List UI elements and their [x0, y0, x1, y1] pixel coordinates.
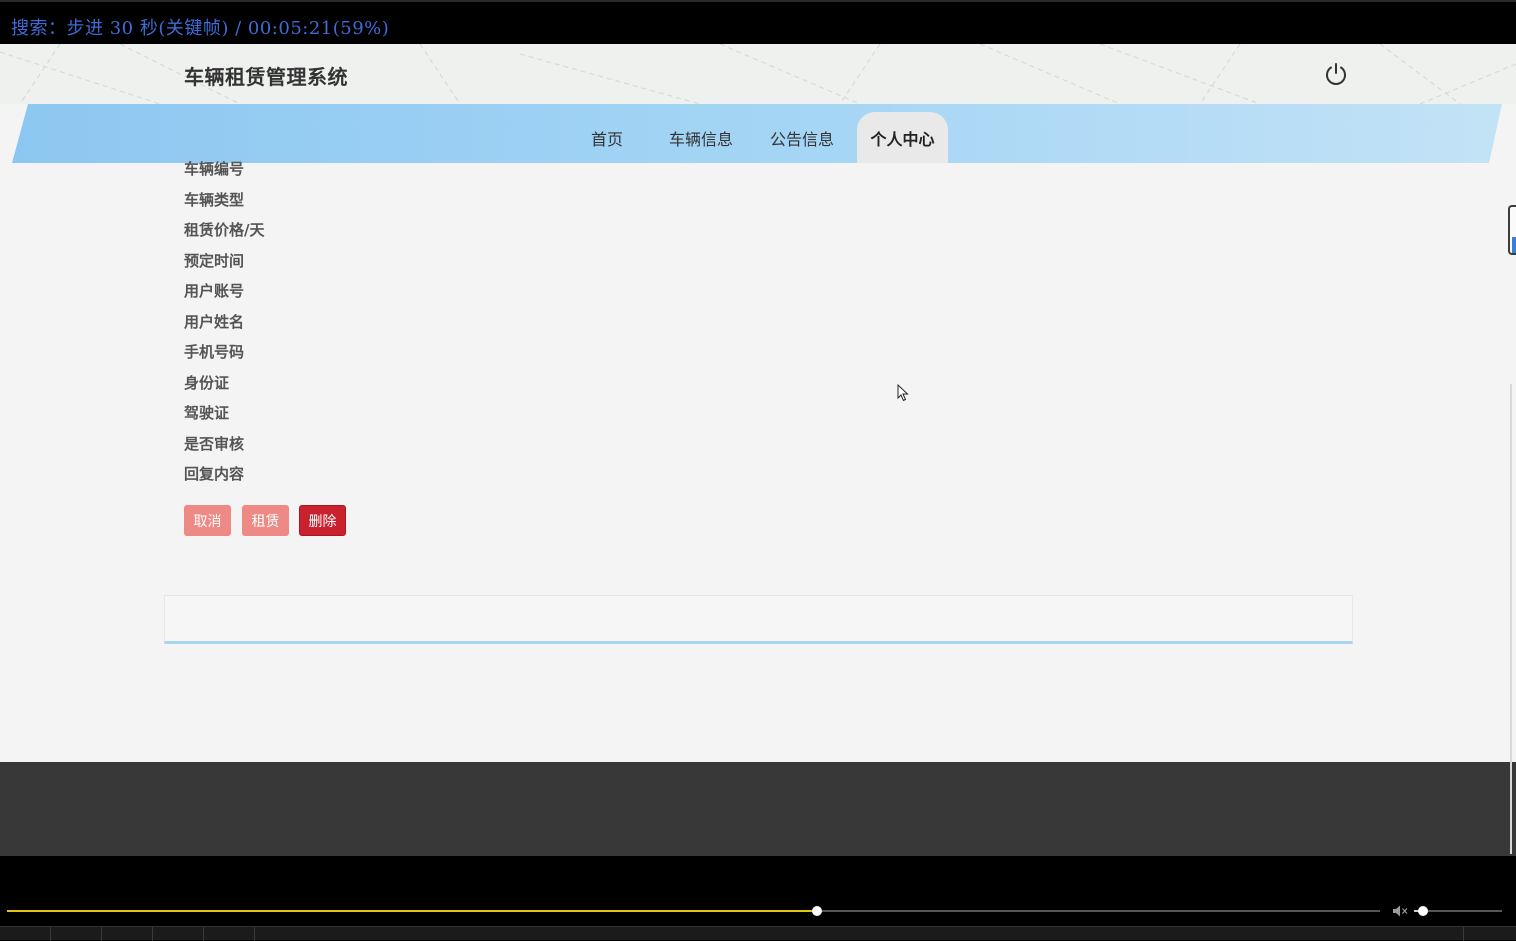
site-title: 车辆租赁管理系统 [184, 65, 348, 89]
volume-icon[interactable] [1392, 904, 1408, 918]
main-nav: 首页 车辆信息 公告信息 个人中心 [0, 104, 1516, 163]
label-phone-number: 手机号码 [184, 343, 245, 361]
nav-item-profile[interactable]: 个人中心 [857, 112, 948, 163]
seek-handle[interactable] [812, 906, 823, 916]
player-osd-bar: 搜索：步进 30 秒(关键帧) / 00:05:21(59%) [0, 0, 1516, 44]
label-user-name: 用户姓名 [184, 313, 245, 331]
label-vehicle-type: 车辆类型 [184, 191, 245, 209]
player-button-row [0, 926, 1516, 941]
nav-item-vehicles[interactable]: 车辆信息 [661, 112, 741, 163]
label-review-status: 是否审核 [184, 435, 245, 453]
seek-bar[interactable] [7, 906, 1380, 916]
player-button-2[interactable] [51, 927, 102, 941]
page-scrollbar[interactable] [1510, 384, 1512, 854]
player-button-4[interactable] [153, 927, 204, 941]
label-driver-license: 驾驶证 [184, 404, 230, 422]
delete-button[interactable]: 删除 [299, 505, 346, 536]
rent-button[interactable]: 租赁 [242, 505, 289, 536]
power-icon [1326, 63, 1346, 85]
label-booking-time: 预定时间 [184, 252, 245, 270]
cancel-button[interactable]: 取消 [184, 505, 231, 536]
nav-item-home[interactable]: 首页 [582, 112, 632, 163]
media-player-controls [0, 856, 1516, 941]
content-footer-panel [164, 595, 1353, 644]
volume-slider[interactable] [1414, 906, 1502, 916]
nav-item-announcements[interactable]: 公告信息 [762, 112, 842, 163]
label-id-card: 身份证 [184, 374, 230, 392]
side-scroll-tab[interactable] [1508, 205, 1516, 255]
nav-item-label: 车辆信息 [668, 129, 733, 149]
label-user-account: 用户账号 [184, 282, 245, 300]
volume-handle[interactable] [1417, 906, 1428, 916]
player-button-3[interactable] [102, 927, 153, 941]
label-daily-price: 租赁价格/天 [184, 221, 265, 239]
player-button-right[interactable] [1463, 927, 1514, 941]
osd-seek-status: 搜索：步进 30 秒(关键帧) / 00:05:21(59%) [11, 18, 390, 39]
nav-item-label: 首页 [590, 129, 623, 149]
seek-progress-fill [7, 910, 818, 912]
site-header: 车辆租赁管理系统 [0, 44, 1516, 104]
player-button-5[interactable] [204, 927, 255, 941]
player-button-1[interactable] [0, 927, 51, 941]
label-vehicle-number: 车辆编号 [184, 160, 245, 178]
logout-button[interactable] [1322, 60, 1350, 88]
nav-band-background [12, 104, 1502, 163]
label-reply-content: 回复内容 [184, 465, 245, 483]
nav-item-label: 个人中心 [870, 129, 935, 149]
nav-item-label: 公告信息 [769, 129, 834, 149]
mouse-pointer-icon [897, 384, 909, 402]
page-footer [0, 762, 1516, 856]
browser-viewport: 车辆租赁管理系统 首页 车辆信息 公告信息 个人中心 车辆编号 车辆类型 租赁价… [0, 44, 1516, 856]
